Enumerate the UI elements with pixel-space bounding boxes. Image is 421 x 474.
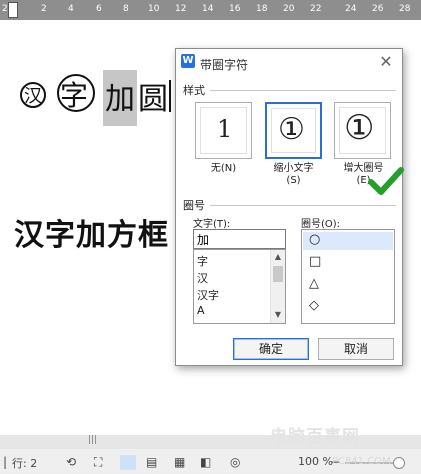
shape-listbox[interactable]: ○ □ △ ◇ xyxy=(301,229,395,324)
list-item[interactable]: 汉字 xyxy=(197,287,219,303)
diamond-icon: ◇ xyxy=(309,298,319,313)
ruler-number: 4 xyxy=(68,4,74,14)
outline-view-icon[interactable]: ▦ xyxy=(174,455,185,469)
circle-icon: ○ xyxy=(309,232,321,247)
ruler-number: 28 xyxy=(399,4,411,14)
ruler-number: 12 xyxy=(175,4,187,14)
page-view-icon[interactable] xyxy=(120,455,136,470)
zoom-level[interactable]: 100 % xyxy=(298,455,333,468)
option-glyph: 1 xyxy=(217,115,233,143)
ruler-number: 26 xyxy=(372,4,384,14)
ruler-number: 14 xyxy=(202,4,214,14)
reading-mode-icon[interactable]: ◧ xyxy=(200,455,211,469)
ruler-number: 22 xyxy=(310,4,322,14)
style-option-none-label: 无(N) xyxy=(210,163,237,174)
shape-field-label: 圈号(O): xyxy=(301,219,341,230)
scroll-up-icon[interactable]: ▲ xyxy=(271,252,285,261)
style-option-shrink-text[interactable]: ① xyxy=(265,102,322,159)
ruler-number: 24 xyxy=(345,4,357,14)
scroll-down-icon[interactable]: ▼ xyxy=(271,310,285,319)
selected-char: 加 xyxy=(105,82,135,117)
checkmark-icon xyxy=(368,167,404,195)
ruler-number: 18 xyxy=(256,4,268,14)
option-glyph: ① xyxy=(278,112,305,147)
shape-item-square[interactable]: □ xyxy=(303,254,393,272)
ruler-number: 10 xyxy=(148,4,160,14)
shape-item-circle[interactable]: ○ xyxy=(303,232,393,250)
text-cursor xyxy=(169,80,171,112)
ruler-number: 8 xyxy=(123,4,129,14)
fullscreen-icon[interactable]: ⛶ xyxy=(94,455,102,470)
shape-item-diamond[interactable]: ◇ xyxy=(303,298,393,316)
web-view-icon[interactable]: ▤ xyxy=(146,455,157,469)
zoom-slider-thumb[interactable] xyxy=(393,457,405,469)
eye-protection-icon[interactable]: ◎ xyxy=(230,455,240,469)
listbox-scrollbar[interactable]: ▲ ▼ xyxy=(270,250,285,323)
doc-text: 圆 xyxy=(138,82,168,117)
shape-item-triangle[interactable]: △ xyxy=(303,276,393,294)
option-glyph: ① xyxy=(344,108,375,148)
ruler-number: 20 xyxy=(283,4,295,14)
ruler-number: 2 xyxy=(41,4,47,14)
split-handle[interactable]: ||| xyxy=(88,435,97,445)
cancel-button[interactable]: 取消 xyxy=(318,338,394,360)
ok-button[interactable]: 确定 xyxy=(233,338,309,360)
scrollbar-thumb[interactable] xyxy=(273,266,283,282)
close-icon[interactable]: ✕ xyxy=(376,53,396,71)
wps-app-icon: W xyxy=(181,54,195,68)
watermark-subtext: PC841.COM xyxy=(332,456,391,467)
page-indicator-divider: | xyxy=(3,455,8,469)
triangle-icon: △ xyxy=(309,276,319,291)
style-option-enlarge-symbol[interactable]: ① xyxy=(334,102,391,159)
list-item[interactable]: A xyxy=(197,304,205,317)
square-icon: □ xyxy=(309,254,322,269)
style-option-none[interactable]: 1 xyxy=(195,102,252,159)
circled-char-big-text: 字 xyxy=(60,79,89,112)
dialog-title: 带圈字符 xyxy=(200,58,249,72)
text-listbox[interactable]: 字 汉 汉字 A ▲ ▼ xyxy=(193,249,286,324)
doc-text-line2: 汉字加方框 xyxy=(14,218,169,253)
enclosure-section-label: 圈号 xyxy=(183,199,205,212)
ruler-number: 6 xyxy=(96,4,102,14)
circled-char-small-text: 汉 xyxy=(24,86,42,107)
ruler-number: 2 xyxy=(2,4,8,14)
list-item[interactable]: 字 xyxy=(197,253,208,269)
divider xyxy=(210,205,396,206)
ruler-number: 16 xyxy=(229,4,241,14)
divider xyxy=(210,90,396,91)
list-item[interactable]: 汉 xyxy=(197,270,208,286)
enclosed-characters-dialog: W 带圈字符 ✕ 样式 1 无(N) ① 缩小文字 (S) ① 增大圈号 (E)… xyxy=(175,48,403,366)
history-icon[interactable]: ⟲ xyxy=(66,455,76,469)
row-indicator[interactable]: 行: 2 xyxy=(12,455,37,471)
style-option-shrink-text-label: 缩小文字 (S) xyxy=(273,163,314,186)
watermark-text: 电脑百事网 xyxy=(270,427,360,447)
text-input[interactable] xyxy=(193,229,286,249)
style-section-label: 样式 xyxy=(183,84,205,97)
text-field-label: 文字(T): xyxy=(193,219,231,230)
indent-marker[interactable] xyxy=(8,2,18,18)
horizontal-ruler[interactable]: 2 2 4 6 8 10 12 14 16 18 20 22 24 26 28 xyxy=(0,0,421,20)
